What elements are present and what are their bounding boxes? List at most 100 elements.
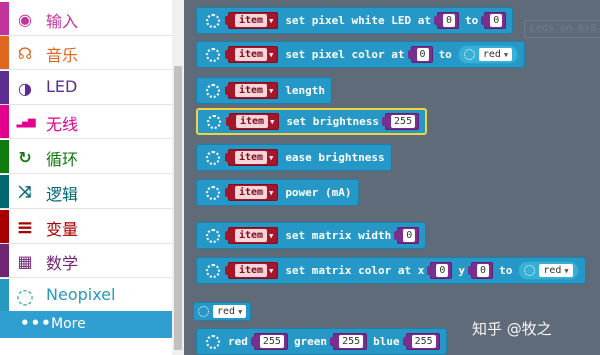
more-dots-icon: ••• (20, 314, 52, 332)
toolbox-scrollbar[interactable] (172, 0, 184, 355)
neopixel-block-8[interactable]: item ▼ set matrix color at x 0 y 0 to red ▼ (196, 257, 586, 284)
category-8[interactable]: ▦ 数学 (0, 244, 172, 278)
category-color-bar (0, 71, 9, 104)
neopixel-block-2[interactable]: item ▼ set pixel color at 0 to red ▼ (196, 41, 526, 68)
variable-dropdown[interactable]: item ▼ (224, 227, 279, 244)
category-4[interactable]: ▂▄▆ 无线 (0, 105, 172, 139)
category-1[interactable]: ◉ 输入 (0, 2, 172, 36)
block-gear-icon (206, 13, 220, 28)
category-color-bar (0, 36, 9, 69)
number-input[interactable]: 0 (468, 262, 494, 279)
headphones-icon: ☊ (17, 43, 33, 63)
variable-dropdown[interactable]: item ▼ (224, 12, 279, 29)
neopixel-icon: ◌ (16, 284, 34, 308)
variable-name: item (235, 264, 268, 277)
category-6[interactable]: ⤨ 逻辑 (0, 175, 172, 209)
neopixel-block-4[interactable]: item ▼ set brightness 255 (196, 108, 428, 135)
block-label: set pixel white LED at (285, 14, 432, 27)
variable-name: item (235, 186, 268, 199)
number-value: 255 (259, 335, 284, 348)
number-value: 0 (403, 229, 416, 242)
number-value: 0 (416, 48, 429, 61)
category-3[interactable]: ◑ LED (0, 71, 172, 105)
background-block-label: Leds on 8x8 (524, 20, 600, 38)
variable-dropdown[interactable]: item ▼ (224, 149, 279, 166)
number-input[interactable]: 0 (394, 227, 420, 244)
caret-down-icon: ▼ (269, 16, 274, 25)
neopixel-block-7[interactable]: item ▼ set matrix width 0 (196, 222, 427, 249)
refresh-icon: ↻ (18, 147, 32, 167)
variable-name: item (235, 151, 268, 164)
number-input[interactable]: 0 (427, 262, 453, 279)
number-value: 255 (411, 335, 436, 348)
block-gear-icon (206, 83, 220, 98)
category-label: Neopixel (46, 285, 116, 304)
toolbox: ◉ 输入 ☊ 音乐 ◑ LED ▂▄▆ 无线 ↻ 循环 ⤨ 逻辑 ≡ 变量 ▦ 数学 ◌ Neopixel •••… (0, 0, 184, 355)
block-gear-icon (206, 185, 220, 200)
number-value: 0 (490, 14, 503, 27)
variable-dropdown[interactable]: item ▼ (224, 82, 279, 99)
toolbox-more-button[interactable]: ••• More (0, 311, 172, 338)
caret-down-icon: ▼ (269, 50, 274, 59)
variable-dropdown[interactable]: item ▼ (225, 113, 280, 130)
caret-down-icon: ▼ (269, 153, 274, 162)
neopixel-block-5[interactable]: item ▼ ease brightness (196, 144, 392, 171)
block-label: to (499, 264, 513, 277)
color-dropdown[interactable]: red ▼ (213, 302, 250, 321)
block-gear-icon (206, 334, 220, 349)
block-label: to (438, 48, 452, 61)
variable-dropdown[interactable]: item ▼ (224, 262, 279, 279)
caret-down-icon: ▼ (238, 307, 243, 316)
block-label: green (293, 335, 328, 348)
scrollbar-thumb[interactable] (174, 66, 182, 350)
color-name: red (543, 265, 562, 276)
block-gear-icon (206, 47, 220, 62)
number-value: 0 (443, 14, 456, 27)
number-input[interactable]: 0 (481, 12, 507, 29)
number-input[interactable]: 255 (330, 333, 368, 350)
category-color-bar (0, 210, 9, 243)
variable-dropdown[interactable]: item ▼ (224, 46, 279, 63)
category-2[interactable]: ☊ 音乐 (0, 36, 172, 70)
block-label: blue (373, 335, 400, 348)
block-gear-icon (198, 306, 209, 317)
caret-down-icon: ▼ (269, 266, 274, 275)
category-7[interactable]: ≡ 变量 (0, 210, 172, 244)
neopixel-block-9[interactable]: red ▼ (193, 302, 252, 321)
color-value: red ▼ (478, 48, 513, 61)
target-icon: ◉ (18, 9, 32, 29)
neopixel-block-3[interactable]: item ▼ length (196, 77, 333, 104)
category-label: 逻辑 (46, 185, 79, 204)
signal-icon: ▂▄▆ (16, 116, 35, 128)
neopixel-block-1[interactable]: item ▼ set pixel white LED at 0 to 0 (196, 7, 514, 34)
blocks-workspace[interactable]: Leds on 8x8 item ▼ set pixel white LED at 0… (184, 0, 600, 355)
color-dropdown[interactable]: red ▼ (518, 261, 579, 280)
block-gear-icon (206, 150, 220, 165)
variable-name: item (236, 115, 269, 128)
block-label: set matrix width (285, 229, 392, 242)
number-input[interactable]: 255 (402, 333, 440, 350)
category-label: 循环 (46, 150, 79, 169)
category-5[interactable]: ↻ 循环 (0, 140, 172, 174)
number-input[interactable]: 0 (434, 12, 460, 29)
number-value: 255 (391, 115, 416, 128)
neopixel-block-10[interactable]: red 255 green 255 blue 255 (196, 328, 447, 355)
category-9[interactable]: ◌ Neopixel (0, 279, 172, 313)
calculator-icon: ▦ (17, 251, 33, 271)
neopixel-block-6[interactable]: item ▼ power (mA) (196, 179, 359, 206)
number-input[interactable]: 0 (407, 46, 433, 63)
variable-dropdown[interactable]: item ▼ (224, 184, 279, 201)
category-color-bar (0, 105, 9, 138)
color-dropdown[interactable]: red ▼ (457, 45, 519, 64)
category-label: 数学 (46, 254, 79, 273)
variable-name: item (235, 229, 268, 242)
block-label: ease brightness (285, 151, 385, 164)
category-color-bar (0, 2, 9, 35)
block-gear-icon (463, 49, 475, 60)
block-gear-icon (206, 228, 220, 243)
number-input[interactable]: 255 (250, 333, 288, 350)
block-gear-icon (524, 265, 536, 276)
caret-down-icon: ▼ (269, 86, 274, 95)
number-input[interactable]: 255 (382, 113, 420, 130)
category-color-bar (0, 175, 9, 208)
